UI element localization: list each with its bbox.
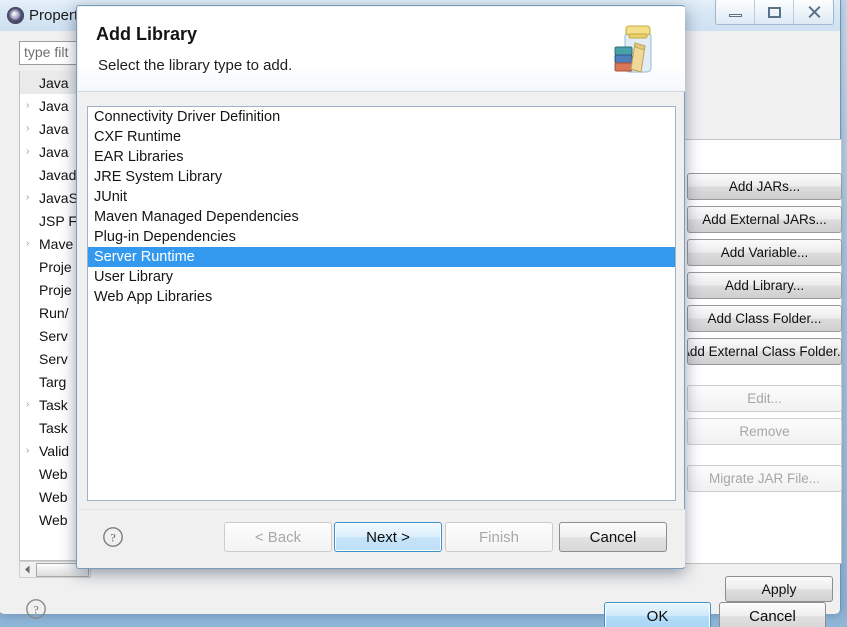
close-button[interactable] [794, 0, 833, 24]
desktop-backdrop: Properties type filt Java › Java › Java … [0, 0, 847, 627]
build-path-button: Migrate JAR File... [687, 465, 842, 492]
tree-item-label: Java [39, 120, 69, 137]
properties-gear-icon [7, 7, 24, 24]
button-group-spacer [687, 451, 842, 459]
dialog-title: Add Library [96, 24, 198, 44]
library-list-item[interactable]: User Library [88, 267, 675, 287]
library-list-item[interactable]: Maven Managed Dependencies [88, 207, 675, 227]
dialog-button-bar: ? < Back Next > Finish Cancel [78, 509, 685, 567]
library-list-item[interactable]: EAR Libraries [88, 147, 675, 167]
build-path-button[interactable]: Add JARs... [687, 173, 842, 200]
dialog-header: Add Library Select the library type to a… [78, 7, 685, 92]
tree-item-label: Javad [39, 166, 77, 183]
tree-item-label: Valid [39, 442, 70, 459]
tree-item-label: Java [39, 143, 69, 160]
tree-item-label: Serv [39, 327, 68, 344]
ok-button[interactable]: OK [604, 602, 711, 627]
library-list-item[interactable]: Web App Libraries [88, 287, 675, 307]
chevron-right-icon[interactable]: › [26, 192, 39, 203]
chevron-right-icon[interactable]: › [26, 399, 39, 410]
back-button: < Back [224, 522, 332, 552]
build-path-button: Remove [687, 418, 842, 445]
svg-text:?: ? [33, 603, 38, 617]
tree-item-label: JavaS [39, 189, 78, 206]
close-icon [807, 5, 821, 19]
dialog-help-icon[interactable]: ? [102, 526, 124, 548]
restore-button[interactable] [755, 0, 794, 24]
library-list-item[interactable]: JUnit [88, 187, 675, 207]
tree-item-label: Web [39, 465, 68, 482]
tree-item-label: Java [39, 74, 69, 91]
minimize-button[interactable] [716, 0, 755, 24]
tree-item-label: Targ [39, 373, 67, 390]
tree-item-label: Mave [39, 235, 74, 252]
build-path-button[interactable]: Add Variable... [687, 239, 842, 266]
tree-item-label: Task [39, 419, 68, 436]
tree-item-label: Web [39, 511, 68, 528]
window-controls [715, 0, 834, 25]
chevron-right-icon[interactable]: › [26, 238, 39, 249]
library-type-list[interactable]: Connectivity Driver Definition CXF Runtim… [87, 106, 676, 501]
add-library-dialog: Add Library Select the library type to a… [76, 5, 685, 569]
tree-item-label: Task [39, 396, 68, 413]
cancel-button[interactable]: Cancel [559, 522, 667, 552]
tree-item-label: JSP F [39, 212, 77, 229]
chevron-right-icon[interactable]: › [26, 146, 39, 157]
chevron-right-icon[interactable]: › [26, 100, 39, 111]
tree-item-label: Java [39, 97, 69, 114]
minimize-icon [728, 14, 742, 17]
tree-item-label: Proje [39, 281, 72, 298]
tree-item-label: Web [39, 488, 68, 505]
chevron-right-icon[interactable]: › [26, 123, 39, 134]
build-path-button[interactable]: Add External Class Folder... [687, 338, 842, 365]
svg-text:?: ? [110, 531, 115, 545]
tree-item-label: Proje [39, 258, 72, 275]
finish-button: Finish [445, 522, 553, 552]
build-path-button[interactable]: Add Library... [687, 272, 842, 299]
properties-help-icon[interactable]: ? [25, 598, 47, 620]
chevron-right-icon[interactable]: › [26, 445, 39, 456]
library-list-item[interactable]: Connectivity Driver Definition [88, 107, 675, 127]
scroll-left-arrow-icon[interactable] [20, 562, 35, 577]
properties-cancel-button[interactable]: Cancel [719, 602, 826, 627]
library-list-item[interactable]: CXF Runtime [88, 127, 675, 147]
next-button[interactable]: Next > [334, 522, 442, 552]
button-group-spacer [687, 371, 842, 379]
library-list-item[interactable]: JRE System Library [88, 167, 675, 187]
tree-item-label: Run/ [39, 304, 69, 321]
apply-button[interactable]: Apply [725, 576, 833, 602]
build-path-button[interactable]: Add External JARs... [687, 206, 842, 233]
library-list-item[interactable]: Plug-in Dependencies [88, 227, 675, 247]
library-jar-with-books-icon [607, 19, 669, 81]
build-path-button[interactable]: Add Class Folder... [687, 305, 842, 332]
build-path-button: Edit... [687, 385, 842, 412]
restore-icon [767, 6, 781, 18]
tree-item-label: Serv [39, 350, 68, 367]
dialog-subtitle: Select the library type to add. [98, 57, 293, 74]
build-path-button-column: Add JARs... Add External JARs... Add Varia… [687, 173, 842, 492]
library-list-item-selected[interactable]: Server Runtime [88, 247, 675, 267]
